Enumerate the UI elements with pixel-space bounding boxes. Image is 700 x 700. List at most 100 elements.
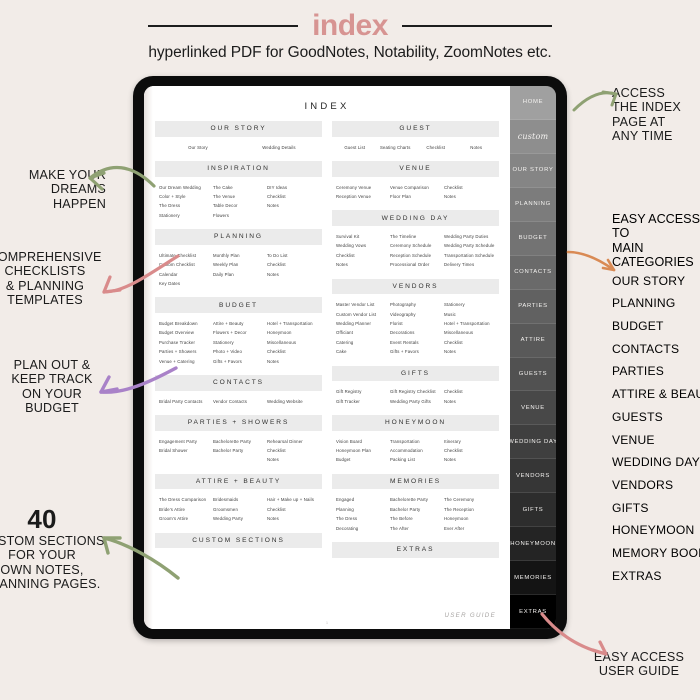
index-link[interactable]: Stationery — [159, 211, 210, 220]
index-link[interactable]: Notes — [267, 357, 318, 366]
index-link[interactable]: Wedding Party Gifts — [390, 397, 441, 406]
index-link[interactable]: Parties + Showers — [159, 347, 210, 356]
index-link[interactable]: Seating Charts — [377, 143, 415, 152]
section-header[interactable]: OUR STORY — [155, 121, 322, 137]
index-link[interactable]: Bachelorette Party — [390, 495, 441, 504]
index-link[interactable]: Checklist — [444, 338, 495, 347]
index-link[interactable]: The Cake — [213, 183, 264, 192]
index-link[interactable]: The Dress — [159, 201, 210, 210]
index-link[interactable]: Notes — [336, 260, 387, 269]
index-link[interactable]: Flowers — [213, 211, 264, 220]
index-link[interactable]: Transportation Schedule — [444, 251, 495, 260]
index-link[interactable]: Groom's Attire — [159, 514, 210, 523]
index-link[interactable]: Budget Overview — [159, 328, 210, 337]
index-link[interactable]: Notes — [267, 201, 318, 210]
index-link[interactable]: Itinerary — [444, 437, 495, 446]
index-link[interactable]: Checklist — [267, 260, 318, 269]
index-link[interactable]: The Dress — [336, 514, 387, 523]
index-link[interactable]: Hotel + Transportation — [444, 319, 495, 328]
index-link[interactable]: Weekly Plan — [213, 260, 264, 269]
index-link[interactable]: Monthly Plan — [213, 251, 264, 260]
index-link[interactable]: The Timeline — [390, 232, 441, 241]
section-header[interactable]: BUDGET — [155, 297, 322, 313]
index-link[interactable]: Bridesmaids — [213, 495, 264, 504]
side-tab-parties[interactable]: PARTIES — [510, 289, 556, 324]
side-tab-contacts[interactable]: CONTACTS — [510, 255, 556, 290]
index-link[interactable]: Daily Plan — [213, 270, 264, 279]
index-link[interactable]: Bridal Shower — [159, 446, 210, 455]
side-tab-our-story[interactable]: OUR STORY — [510, 153, 556, 188]
index-link[interactable]: Decorating — [336, 524, 387, 533]
section-header[interactable]: GIFTS — [332, 365, 499, 382]
index-link[interactable]: Notes — [458, 143, 496, 152]
index-link[interactable]: Notes — [267, 455, 318, 464]
index-link[interactable]: Honeymoon Plan — [336, 446, 387, 455]
index-link[interactable]: Custom Vendor List — [336, 310, 387, 319]
index-link[interactable]: Gifts + Favors — [213, 357, 264, 366]
index-link[interactable]: The Dress Comparison — [159, 495, 210, 504]
index-link[interactable]: Checklist — [444, 387, 495, 396]
index-link[interactable]: Budget Breakdown — [159, 319, 210, 328]
index-link[interactable]: Hair + Make up + Nails — [267, 495, 318, 504]
index-link[interactable]: The Before — [390, 514, 441, 523]
index-link[interactable]: The Reception — [444, 505, 495, 514]
index-link[interactable]: Stationery — [444, 300, 495, 309]
index-link[interactable]: Gifts + Favors — [390, 347, 441, 356]
section-header[interactable]: PLANNING — [155, 229, 322, 245]
index-link[interactable]: Decorations — [390, 328, 441, 337]
index-link[interactable]: Vision Board — [336, 437, 387, 446]
index-link[interactable]: Wedding Vows — [336, 241, 387, 250]
side-tab-custom[interactable]: custom — [510, 119, 556, 154]
index-link[interactable]: Reception Schedule — [390, 251, 441, 260]
index-link[interactable]: Survival Kit — [336, 232, 387, 241]
index-link[interactable]: Wedding Details — [240, 143, 318, 152]
index-link[interactable]: Miscellaneous — [267, 338, 318, 347]
index-link[interactable]: Videography — [390, 310, 441, 319]
index-link[interactable]: Purchase Tracker — [159, 338, 210, 347]
index-link[interactable]: Checklist — [267, 505, 318, 514]
index-link[interactable]: DIY Ideas — [267, 183, 318, 192]
index-link[interactable]: Honeymoon — [444, 514, 495, 523]
index-link[interactable]: Reception Venue — [336, 192, 387, 201]
index-link[interactable]: Gift Registry Checklist — [390, 387, 441, 396]
index-link[interactable]: The Ceremony — [444, 495, 495, 504]
index-link[interactable]: Checklist — [417, 143, 455, 152]
index-link[interactable]: Packing List — [390, 455, 441, 464]
index-link[interactable]: Flowers + Decor — [213, 328, 264, 337]
index-link[interactable]: Wedding Party — [213, 514, 264, 523]
index-link[interactable]: Accommodation — [390, 446, 441, 455]
side-tab-planning[interactable]: PLANNING — [510, 187, 556, 222]
section-header[interactable]: MEMORIES — [332, 473, 499, 490]
index-link[interactable]: Honeymoon — [267, 328, 318, 337]
index-link[interactable]: Photo + Video — [213, 347, 264, 356]
index-link[interactable]: Notes — [267, 514, 318, 523]
index-link[interactable]: Music — [444, 310, 495, 319]
index-link[interactable]: Wedding Party Schedule — [444, 241, 495, 250]
index-link[interactable]: Stationery — [213, 338, 264, 347]
side-tab-home[interactable]: HOME — [510, 86, 556, 120]
index-link[interactable]: Catering — [336, 338, 387, 347]
index-link[interactable]: Ever After — [444, 524, 495, 533]
side-tab-honeymoon[interactable]: HONEYMOON — [510, 527, 556, 562]
side-tab-vendors[interactable]: VENDORS — [510, 459, 556, 494]
index-link[interactable]: Budget — [336, 455, 387, 464]
index-link[interactable]: Venue Comparison — [390, 183, 441, 192]
index-link[interactable]: Color + Style — [159, 192, 210, 201]
index-link[interactable]: Gift Tracker — [336, 397, 387, 406]
index-link[interactable]: Master Vendor List — [336, 300, 387, 309]
index-link[interactable]: Delivery Times — [444, 260, 495, 269]
index-link[interactable]: Wedding Party Duties — [444, 232, 495, 241]
side-tab-gifts[interactable]: GIFTS — [510, 493, 556, 528]
index-link[interactable]: Gift Registry — [336, 387, 387, 396]
side-tab-memories[interactable]: MEMORIES — [510, 561, 556, 596]
index-link[interactable]: Notes — [444, 455, 495, 464]
index-link[interactable]: Event Rentals — [390, 338, 441, 347]
index-link[interactable]: Engaged — [336, 495, 387, 504]
index-link[interactable]: Ceremony Venue — [336, 183, 387, 192]
index-link[interactable]: The After — [390, 524, 441, 533]
index-link[interactable]: Planning — [336, 505, 387, 514]
index-link[interactable]: Wedding Planner — [336, 319, 387, 328]
section-header[interactable]: VENDORS — [332, 278, 499, 295]
section-header[interactable]: VENUE — [332, 160, 499, 177]
index-link[interactable]: Notes — [444, 347, 495, 356]
